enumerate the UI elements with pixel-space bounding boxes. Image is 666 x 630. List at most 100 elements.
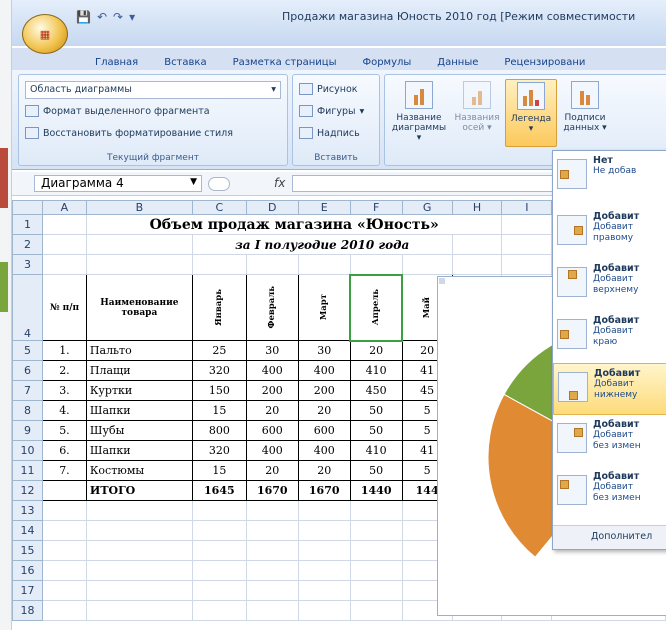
row-header[interactable]: 17 — [12, 580, 43, 601]
customize-dropdown-icon[interactable]: ▾ — [129, 10, 135, 24]
table-cell[interactable]: 20 — [297, 460, 351, 481]
total-cell[interactable]: 1670 — [297, 480, 351, 501]
table-cell[interactable]: 400 — [297, 440, 351, 461]
column-header-g[interactable]: G — [401, 200, 453, 215]
format-selection-button[interactable]: Формат выделенного фрагмента — [25, 101, 210, 121]
table-cell[interactable]: 410 — [349, 440, 403, 461]
tab-insert[interactable]: Вставка — [151, 55, 219, 70]
table-cell[interactable]: 5. — [41, 420, 87, 441]
undo-icon[interactable]: ↶ — [97, 10, 107, 24]
table-cell[interactable]: 600 — [245, 420, 299, 441]
table-cell[interactable]: 25 — [191, 340, 247, 361]
row-header[interactable]: 8 — [12, 400, 43, 421]
table-cell[interactable]: 200 — [245, 380, 299, 401]
table-cell[interactable]: 20 — [297, 400, 351, 421]
table-cell[interactable]: Костюмы — [85, 460, 193, 481]
formula-bar-resize-handle[interactable] — [208, 177, 230, 191]
row-header[interactable]: 18 — [12, 600, 43, 621]
total-cell[interactable]: 1440 — [349, 480, 403, 501]
table-cell[interactable]: 400 — [297, 360, 351, 381]
legend-option-0[interactable]: Нет Не добав — [553, 151, 666, 203]
row-header[interactable]: 13 — [12, 500, 43, 521]
header-cell-apr[interactable]: Апрель — [349, 273, 404, 342]
column-header-c[interactable]: C — [191, 200, 247, 215]
table-cell[interactable]: 4. — [41, 400, 87, 421]
table-cell[interactable]: 20 — [349, 340, 403, 361]
reset-style-button[interactable]: Восстановить форматирование стиля — [25, 123, 233, 143]
save-icon[interactable]: 💾 — [76, 10, 91, 24]
header-cell-jan[interactable]: Январь — [191, 274, 247, 341]
textbox-button[interactable]: Надпись — [299, 123, 360, 143]
row-header[interactable]: 6 — [12, 360, 43, 381]
table-cell[interactable]: 320 — [191, 360, 247, 381]
total-cell[interactable]: 1645 — [191, 480, 247, 501]
row-header[interactable]: 14 — [12, 520, 43, 541]
shapes-button[interactable]: Фигуры ▾ — [299, 101, 364, 121]
table-cell[interactable]: 450 — [349, 380, 403, 401]
table-cell[interactable]: 15 — [191, 460, 247, 481]
total-cell[interactable] — [41, 480, 87, 501]
data-labels-button[interactable]: Подписи данных ▾ — [559, 79, 611, 147]
chart-element-selector[interactable]: Область диаграммы ▾ — [25, 81, 281, 99]
table-cell[interactable]: Шубы — [85, 420, 193, 441]
table-cell[interactable]: Куртки — [85, 380, 193, 401]
table-cell[interactable]: 15 — [191, 400, 247, 421]
table-cell[interactable]: 50 — [349, 400, 403, 421]
row-header[interactable]: 15 — [12, 540, 43, 561]
row-header[interactable]: 4 — [12, 274, 43, 341]
row-header[interactable]: 1 — [12, 214, 43, 235]
table-cell[interactable]: 20 — [245, 460, 299, 481]
more-legend-options[interactable]: Дополнител — [553, 525, 666, 549]
header-cell-feb[interactable]: Февраль — [245, 274, 299, 341]
sheet-title[interactable]: Объем продаж магазина «Юность» — [85, 214, 503, 235]
table-cell[interactable]: 7. — [41, 460, 87, 481]
table-cell[interactable]: 50 — [349, 420, 403, 441]
office-button[interactable]: ▦ — [22, 14, 68, 54]
table-cell[interactable]: Пальто — [85, 340, 193, 361]
name-box[interactable]: Диаграмма 4 ▼ — [34, 175, 202, 192]
table-cell[interactable]: 200 — [297, 380, 351, 401]
tab-formulas[interactable]: Формулы — [349, 55, 424, 70]
row-header[interactable]: 12 — [12, 480, 43, 501]
row-header[interactable]: 10 — [12, 440, 43, 461]
column-header-d[interactable]: D — [245, 200, 299, 215]
axis-titles-button[interactable]: Названия осей ▾ — [451, 79, 503, 147]
picture-button[interactable]: Рисунок — [299, 79, 358, 99]
insert-function-icon[interactable]: fx — [274, 176, 285, 190]
table-cell[interactable]: 30 — [297, 340, 351, 361]
column-header-e[interactable]: E — [297, 200, 351, 215]
table-cell[interactable]: Плащи — [85, 360, 193, 381]
table-cell[interactable]: 2. — [41, 360, 87, 381]
row-header[interactable]: 16 — [12, 560, 43, 581]
table-cell[interactable]: 410 — [349, 360, 403, 381]
header-cell-mar[interactable]: Март — [297, 274, 351, 341]
table-cell[interactable]: 400 — [245, 440, 299, 461]
tab-home[interactable]: Главная — [82, 55, 151, 70]
sheet-subtitle[interactable]: за I полугодие 2010 года — [191, 234, 453, 255]
legend-option-6[interactable]: Добавит Добавит без измен — [553, 467, 666, 519]
table-cell[interactable]: 150 — [191, 380, 247, 401]
tab-review[interactable]: Рецензировани — [491, 55, 598, 70]
row-header[interactable]: 2 — [12, 234, 43, 255]
redo-icon[interactable]: ↷ — [113, 10, 123, 24]
tab-page-layout[interactable]: Разметка страницы — [220, 55, 350, 70]
table-cell[interactable]: 3. — [41, 380, 87, 401]
legend-option-5[interactable]: Добавит Добавит без измен — [553, 415, 666, 467]
column-header-h[interactable]: H — [451, 200, 503, 215]
column-header-a[interactable]: A — [41, 200, 87, 215]
header-cell-num[interactable]: № п/п — [41, 274, 87, 341]
column-header-b[interactable]: B — [85, 200, 193, 215]
chart-title-button[interactable]: Название диаграммы ▾ — [389, 79, 449, 147]
legend-option-4[interactable]: Добавит Добавит нижнему — [553, 363, 666, 415]
row-header[interactable]: 7 — [12, 380, 43, 401]
table-cell[interactable]: 30 — [245, 340, 299, 361]
row-header[interactable]: 9 — [12, 420, 43, 441]
header-cell-product[interactable]: Наименование товара — [85, 274, 193, 341]
table-cell[interactable]: 400 — [245, 360, 299, 381]
table-cell[interactable]: 6. — [41, 440, 87, 461]
column-header-i[interactable]: I — [501, 200, 553, 215]
table-cell[interactable]: 20 — [245, 400, 299, 421]
column-header-f[interactable]: F — [349, 200, 403, 215]
legend-button[interactable]: Легенда ▾ — [505, 79, 557, 147]
chart-resize-handle[interactable] — [439, 278, 445, 284]
